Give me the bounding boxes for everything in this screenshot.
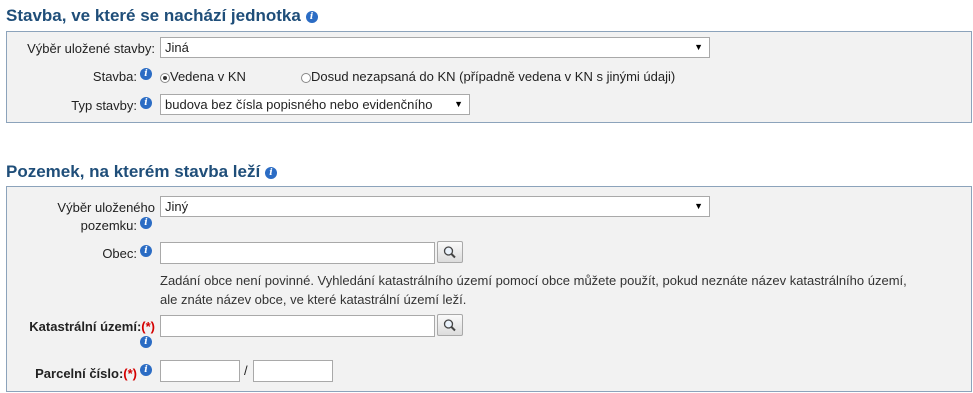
required-mark: (*) — [141, 319, 155, 334]
triangle-down-icon: ▼ — [694, 42, 703, 52]
info-icon[interactable]: i — [140, 364, 152, 376]
parcel-sub-number-input[interactable] — [253, 360, 333, 382]
info-icon[interactable]: i — [140, 68, 152, 80]
building-type-select[interactable]: budova bez čísla popisného nebo evidenčn… — [160, 94, 470, 115]
section-title-parcel: Pozemek, na kterém stavba leží i — [6, 162, 277, 182]
municipality-hint-line1: Zadání obce není povinné. Vyhledání kata… — [160, 273, 907, 288]
saved-building-select[interactable]: Jiná ▼ — [160, 37, 710, 58]
info-icon[interactable]: i — [140, 97, 152, 109]
info-icon[interactable]: i — [140, 217, 152, 229]
radio-unrecorded[interactable]: Dosud nezapsaná do KN (případně vedena v… — [301, 69, 675, 84]
saved-building-label: Výběr uložené stavby: — [27, 41, 155, 56]
triangle-down-icon: ▼ — [451, 95, 463, 114]
parcel-main-number-input[interactable] — [160, 360, 240, 382]
cadastral-search-button[interactable] — [437, 314, 463, 336]
saved-parcel-label-2: pozemku: — [80, 218, 137, 233]
info-icon[interactable]: i — [140, 245, 152, 257]
section-title-building: Stavba, ve které se nachází jednotka i — [6, 6, 318, 26]
info-icon[interactable]: i — [264, 166, 277, 179]
radio-button-checked[interactable] — [160, 72, 170, 83]
building-label: Stavba: — [92, 69, 137, 84]
info-icon[interactable]: i — [140, 336, 152, 348]
municipality-hint-line2: ale znáte název obce, ve které katastrál… — [160, 292, 467, 307]
triangle-down-icon: ▼ — [694, 201, 703, 211]
radio-recorded[interactable]: Vedena v KN — [160, 69, 246, 84]
parcel-number-label: Parcelní číslo:(*) — [35, 366, 137, 381]
magnifier-icon — [443, 319, 456, 332]
info-icon[interactable]: i — [305, 10, 318, 23]
magnifier-icon — [443, 246, 456, 259]
building-type-label: Typ stavby: — [71, 98, 137, 113]
cadastral-input[interactable] — [160, 315, 435, 337]
cadastral-label: Katastrální území:(*) — [29, 319, 155, 334]
required-mark: (*) — [123, 366, 137, 381]
saved-parcel-select[interactable]: Jiný ▼ — [160, 196, 710, 217]
saved-parcel-label: Výběr uloženého — [57, 200, 155, 215]
municipality-label: Obec: — [102, 246, 137, 261]
municipality-input[interactable] — [160, 242, 435, 264]
radio-button-unchecked[interactable] — [301, 72, 311, 83]
parcel-separator: / — [244, 363, 248, 378]
municipality-search-button[interactable] — [437, 241, 463, 263]
